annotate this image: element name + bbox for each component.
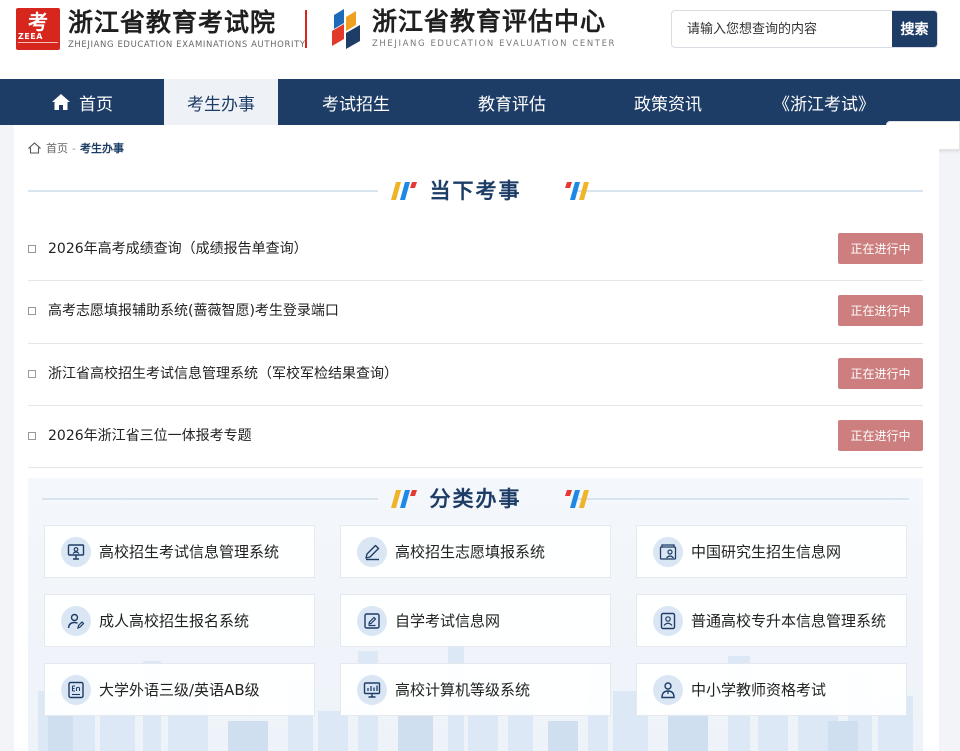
site-header: 考 ZEEA 浙江省教育考试院 ZHEJIANG EDUCATION EXAMI… <box>0 0 960 79</box>
breadcrumb-home-link[interactable]: 首页 <box>46 140 68 156</box>
status-badge: 正在进行中 <box>838 357 923 389</box>
search-input[interactable] <box>672 11 893 47</box>
list-item[interactable]: 高考志愿填报辅助系统(蔷薇智愿)考生登录端口 正在进行中 <box>28 281 923 344</box>
nav-item-policy-news[interactable]: 政策资讯 <box>590 79 746 125</box>
category-card[interactable]: 成人高校招生报名系统 <box>44 594 315 647</box>
pen-icon <box>357 536 387 567</box>
org1-name: 浙江省教育考试院 <box>68 7 277 37</box>
header-divider <box>305 10 307 48</box>
teacher-icon <box>653 674 683 705</box>
breadcrumb-current: 考生办事 <box>79 142 124 155</box>
graduate-icon <box>653 536 683 567</box>
nav-item-education-evaluation[interactable]: 教育评估 <box>434 79 590 125</box>
stripe-decor-icon <box>565 490 589 508</box>
nav-item-label: 政策资讯 <box>634 94 702 115</box>
list-item-link[interactable]: 2026年浙江省三位一体报考专题 <box>48 425 252 445</box>
nav-item-label: 教育评估 <box>478 94 546 115</box>
home-outline-icon <box>28 142 41 154</box>
category-label: 中国研究生招生信息网 <box>691 543 842 561</box>
list-item-link[interactable]: 浙江省高校招生考试信息管理系统（军校军检结果查询） <box>48 363 398 383</box>
id-card-icon <box>653 605 683 636</box>
category-label: 成人高校招生报名系统 <box>99 612 250 630</box>
user-edit-icon <box>61 605 91 636</box>
bullet-icon <box>28 307 36 316</box>
bullet-icon <box>28 431 36 440</box>
org2-name: 浙江省教育评估中心 <box>372 7 607 36</box>
current-affairs-list: 2026年高考成绩查询（成绩报告单查询） 正在进行中 高考志愿填报辅助系统(蔷薇… <box>28 219 923 469</box>
nav-item-label: 首页 <box>79 94 113 115</box>
category-card[interactable]: 自学考试信息网 <box>340 594 611 647</box>
breadcrumb: 首页 - 考生办事 <box>28 140 124 156</box>
nav-item-label: 《浙江考试》 <box>773 94 875 115</box>
category-card[interactable]: 中国研究生招生信息网 <box>636 525 907 578</box>
nav-item-candidate-services[interactable]: 考生办事 <box>164 79 278 125</box>
category-label: 高校招生考试信息管理系统 <box>99 543 280 561</box>
category-label: 中小学教师资格考试 <box>691 681 827 699</box>
list-item[interactable]: 浙江省高校招生考试信息管理系统（军校军检结果查询） 正在进行中 <box>28 344 923 406</box>
monitor-user-icon <box>61 536 91 567</box>
category-label: 普通高校专升本信息管理系统 <box>691 612 887 630</box>
category-card[interactable]: 中小学教师资格考试 <box>636 663 907 716</box>
section-header-current-affairs: 当下考事 <box>28 172 923 208</box>
english-icon <box>61 674 91 705</box>
bullet-icon <box>28 245 36 253</box>
org2-english-name: ZHEJIANG EDUCATION EVALUATION CENTER <box>372 39 617 49</box>
breadcrumb-separator: - <box>72 141 76 155</box>
section-title: 分类办事 <box>429 486 522 511</box>
category-label: 大学外语三级/英语AB级 <box>99 681 260 699</box>
edit-screen-icon <box>357 605 387 636</box>
list-item-link[interactable]: 2026年高考成绩查询（成绩报告单查询） <box>48 238 308 258</box>
category-card[interactable]: 高校计算机等级系统 <box>340 663 611 716</box>
status-badge: 正在进行中 <box>838 233 923 264</box>
evaluation-center-logo[interactable]: 浙江省教育评估中心 ZHEJIANG EDUCATION EVALUATION … <box>330 8 616 49</box>
list-item-link[interactable]: 高考志愿填报辅助系统(蔷薇智愿)考生登录端口 <box>48 300 339 320</box>
bullet-icon <box>28 369 36 378</box>
section-title: 当下考事 <box>429 178 522 203</box>
evaluation-center-logo-mark <box>332 8 360 49</box>
nav-item-exam-admission[interactable]: 考试招生 <box>278 79 434 125</box>
category-services-panel: 分类办事 高校招生考试信息管理系统 高校招生志愿填报系统 中国研究生招生信息网 … <box>28 478 923 751</box>
main-content: 首页 - 考生办事 当下考事 2026年高考成绩查询（成绩报告单查询） 正在进行… <box>14 125 939 751</box>
list-item[interactable]: 2026年高考成绩查询（成绩报告单查询） 正在进行中 <box>28 219 923 282</box>
computer-chart-icon <box>357 674 387 705</box>
category-card[interactable]: 高校招生志愿填报系统 <box>340 525 611 578</box>
nav-item-label: 考生办事 <box>187 94 255 115</box>
nav-item-home[interactable]: 首页 <box>0 79 164 125</box>
status-badge: 正在进行中 <box>838 419 923 451</box>
category-label: 高校招生志愿填报系统 <box>395 543 546 561</box>
category-card[interactable]: 高校招生考试信息管理系统 <box>44 525 315 578</box>
org1-english-name: ZHEJIANG EDUCATION EXAMINATIONS AUTHORIT… <box>68 39 306 50</box>
zeea-logo-abbr: ZEEA <box>18 32 43 41</box>
category-card[interactable]: 大学外语三级/英语AB级 <box>44 663 315 716</box>
category-label: 高校计算机等级系统 <box>395 681 531 699</box>
status-badge: 正在进行中 <box>838 295 923 327</box>
nav-item-label: 考试招生 <box>322 94 390 115</box>
zeea-logo[interactable]: 考 ZEEA 浙江省教育考试院 ZHEJIANG EDUCATION EXAMI… <box>16 8 306 50</box>
home-icon <box>52 94 70 110</box>
list-item[interactable]: 2026年浙江省三位一体报考专题 正在进行中 <box>28 406 923 469</box>
nav-item-zhejiang-exam-journal[interactable]: 《浙江考试》 <box>746 79 902 125</box>
search-box: 搜索 <box>671 10 938 48</box>
zeea-logo-mark: 考 ZEEA <box>16 8 60 50</box>
category-label: 自学考试信息网 <box>395 612 501 630</box>
stripe-decor-icon <box>565 182 589 200</box>
search-button[interactable]: 搜索 <box>892 11 937 47</box>
main-nav: 首页 考生办事 考试招生 教育评估 政策资讯 《浙江考试》 <box>0 79 960 125</box>
category-card[interactable]: 普通高校专升本信息管理系统 <box>636 594 907 647</box>
section-header-categories: 分类办事 <box>42 480 909 516</box>
